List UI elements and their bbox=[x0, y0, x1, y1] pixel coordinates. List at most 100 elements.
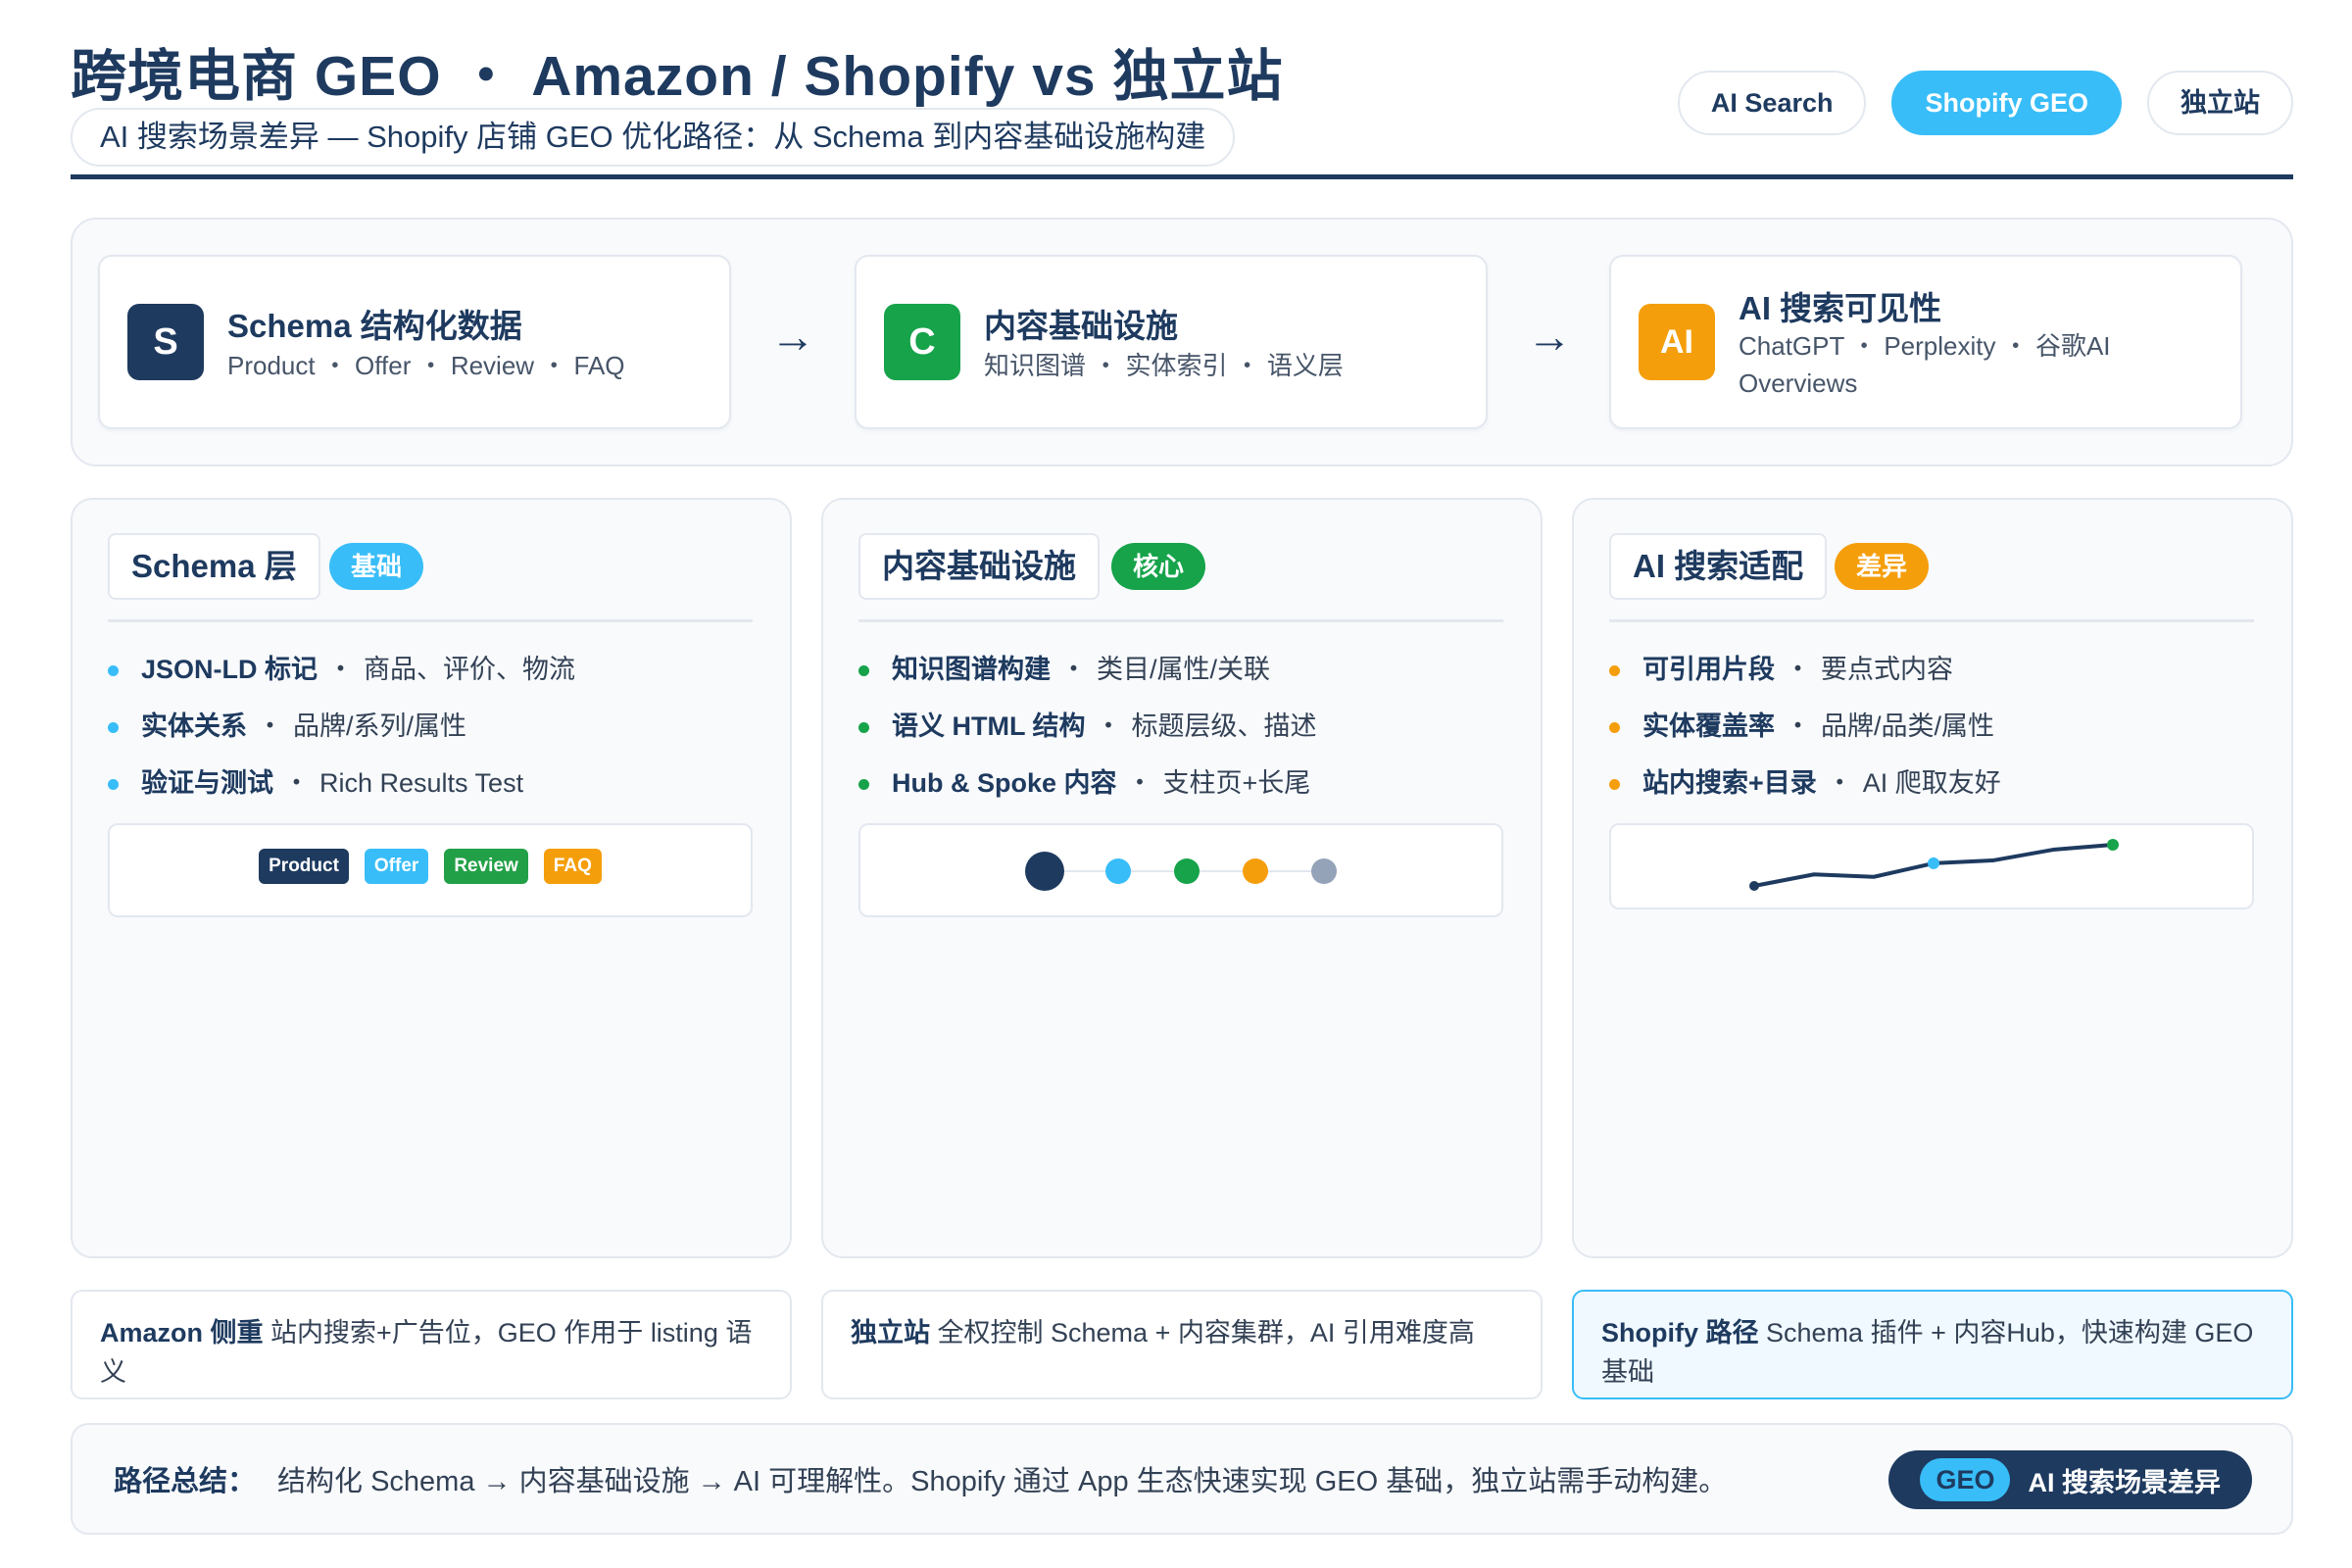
list-item: 知识图谱构建・类目/属性/关联 bbox=[858, 641, 1317, 698]
column-list: JSON-LD 标记・商品、评价、物流 实体关系・品牌/系列/属性 验证与测试・… bbox=[108, 641, 575, 811]
list-item: 语义 HTML 结构・标题层级、描述 bbox=[858, 698, 1317, 755]
page-title: 跨境电商 GEO ・ Amazon / Shopify vs 独立站 bbox=[71, 45, 1284, 108]
node-dot bbox=[1105, 858, 1131, 884]
bullet-icon bbox=[108, 779, 119, 790]
list-item: 站内搜索+目录・ AI 爬取友好 bbox=[1609, 755, 2001, 811]
item-desc: 支柱页+长尾 bbox=[1162, 768, 1311, 798]
summary-badge: GEO AI 搜索场景差异 bbox=[1888, 1450, 2252, 1509]
step-badge-ai: AI bbox=[1639, 304, 1715, 380]
column-list: 知识图谱构建・类目/属性/关联 语义 HTML 结构・标题层级、描述 Hub &… bbox=[858, 641, 1317, 811]
list-item: 可引用片段・要点式内容 bbox=[1609, 641, 2001, 698]
node-dot bbox=[1311, 858, 1337, 884]
sparkline-point bbox=[1749, 881, 1759, 891]
item-desc: 品牌/品类/属性 bbox=[1821, 711, 1995, 741]
column-divider bbox=[858, 619, 1503, 622]
item-desc: 标题层级、描述 bbox=[1131, 711, 1317, 741]
node-dot bbox=[1243, 858, 1268, 884]
note-text: 全权控制 Schema + 内容集群，AI 引用难度高 bbox=[937, 1318, 1475, 1348]
column-badge: 差异 bbox=[1835, 543, 1930, 590]
flow-step-ai: AI AI 搜索可见性 ChatGPT ・ Perplexity ・ 谷歌AI … bbox=[1609, 255, 2242, 429]
tag-ai-search[interactable]: AI Search bbox=[1677, 71, 1867, 135]
column-content-infra: 内容基础设施 核心 知识图谱构建・类目/属性/关联 语义 HTML 结构・标题层… bbox=[821, 498, 1543, 1258]
bullet-icon bbox=[858, 665, 869, 676]
tag-independent-site[interactable]: 独立站 bbox=[2147, 71, 2293, 135]
item-label: 语义 HTML 结构 bbox=[892, 711, 1086, 741]
column-divider bbox=[1609, 619, 2254, 622]
column-badge: 核心 bbox=[1111, 543, 1206, 590]
step-badge-schema: S bbox=[127, 304, 204, 380]
summary-bar: 路径总结： 结构化 Schema → 内容基础设施 → AI 可理解性。Shopi… bbox=[71, 1423, 2293, 1535]
column-ai-search: AI 搜索适配 差异 可引用片段・要点式内容 实体覆盖率・品牌/品类/属性 站内… bbox=[1572, 498, 2293, 1258]
note-label: 独立站 bbox=[851, 1318, 930, 1348]
column-divider bbox=[108, 619, 753, 622]
summary-label: 路径总结： bbox=[114, 1466, 257, 1497]
item-label: 可引用片段 bbox=[1642, 655, 1775, 684]
step-desc: Product ・ Offer ・ Review ・ FAQ bbox=[227, 351, 625, 380]
item-label: 实体覆盖率 bbox=[1642, 711, 1775, 741]
geo-chip: GEO bbox=[1920, 1458, 2011, 1501]
bullet-icon bbox=[1609, 722, 1620, 733]
column-heading: AI 搜索适配 bbox=[1609, 533, 1828, 600]
node-dot bbox=[1174, 858, 1200, 884]
note-label: Amazon 侧重 bbox=[100, 1318, 264, 1348]
list-item: 实体覆盖率・品牌/品类/属性 bbox=[1609, 698, 2001, 755]
list-item: 实体关系・品牌/系列/属性 bbox=[108, 698, 575, 755]
pill-offer: Offer bbox=[364, 849, 429, 884]
flow-panel: S Schema 结构化数据 Product ・ Offer ・ Review … bbox=[71, 218, 2293, 466]
bullet-icon bbox=[108, 722, 119, 733]
bullet-icon bbox=[1609, 779, 1620, 790]
step-badge-content: C bbox=[884, 304, 960, 380]
item-label: 验证与测试 bbox=[141, 768, 273, 798]
item-label: 站内搜索+目录 bbox=[1642, 768, 1817, 798]
item-label: Hub & Spoke 内容 bbox=[892, 768, 1117, 798]
summary-body: 结构化 Schema → 内容基础设施 → AI 可理解性。Shopify 通过… bbox=[277, 1466, 1728, 1497]
node-graph bbox=[858, 823, 1503, 917]
note-amazon: Amazon 侧重 站内搜索+广告位，GEO 作用于 listing 语义 bbox=[71, 1290, 792, 1399]
item-desc: 商品、评价、物流 bbox=[364, 655, 576, 684]
note-shopify: Shopify 路径 Schema 插件 + 内容Hub，快速构建 GEO 基础 bbox=[1572, 1290, 2293, 1399]
bullet-icon bbox=[858, 722, 869, 733]
sparkline-point bbox=[2107, 839, 2119, 851]
arrow-right-icon: → bbox=[770, 311, 815, 362]
tag-shopify-geo[interactable]: Shopify GEO bbox=[1891, 71, 2122, 135]
list-item: Hub & Spoke 内容・支柱页+长尾 bbox=[858, 755, 1317, 811]
bullet-icon bbox=[108, 665, 119, 676]
item-desc: 类目/属性/关联 bbox=[1097, 655, 1271, 684]
note-independent: 独立站 全权控制 Schema + 内容集群，AI 引用难度高 bbox=[821, 1290, 1543, 1399]
item-desc: 要点式内容 bbox=[1821, 655, 1953, 684]
list-item: 验证与测试・ Rich Results Test bbox=[108, 755, 575, 811]
step-title: 内容基础设施 bbox=[984, 308, 1178, 344]
page-subtitle: AI 搜索场景差异 — Shopify 店铺 GEO 优化路径：从 Schema… bbox=[71, 108, 1236, 167]
column-heading: Schema 层 bbox=[108, 533, 320, 600]
column-list: 可引用片段・要点式内容 实体覆盖率・品牌/品类/属性 站内搜索+目录・ AI 爬取… bbox=[1609, 641, 2001, 811]
list-item: JSON-LD 标记・商品、评价、物流 bbox=[108, 641, 575, 698]
step-desc: ChatGPT ・ Perplexity ・ 谷歌AI Overviews bbox=[1739, 331, 2111, 398]
item-desc: 品牌/系列/属性 bbox=[293, 711, 467, 741]
schema-type-pills: Product Offer Review FAQ bbox=[108, 823, 753, 917]
bullet-icon bbox=[1609, 665, 1620, 676]
step-desc: 知识图谱 ・ 实体索引 ・ 语义层 bbox=[984, 351, 1344, 380]
bullet-icon bbox=[858, 779, 869, 790]
step-title: AI 搜索可见性 bbox=[1739, 290, 1942, 326]
header-divider bbox=[71, 174, 2293, 179]
trend-sparkline bbox=[1609, 823, 2254, 909]
summary-text: 路径总结： 结构化 Schema → 内容基础设施 → AI 可理解性。Shopi… bbox=[114, 1458, 1727, 1499]
pill-product: Product bbox=[259, 849, 349, 884]
step-title: Schema 结构化数据 bbox=[227, 308, 522, 344]
tag-group: AI Search Shopify GEO 独立站 bbox=[1677, 71, 2293, 135]
item-label: JSON-LD 标记 bbox=[141, 655, 318, 684]
column-badge: 基础 bbox=[329, 543, 424, 590]
item-label: 知识图谱构建 bbox=[892, 655, 1051, 684]
item-desc: Rich Results Test bbox=[319, 768, 524, 798]
flow-step-content: C 内容基础设施 知识图谱 ・ 实体索引 ・ 语义层 bbox=[855, 255, 1488, 429]
column-schema: Schema 层 基础 JSON-LD 标记・商品、评价、物流 实体关系・品牌/… bbox=[71, 498, 792, 1258]
arrow-right-icon: → bbox=[1527, 311, 1572, 362]
column-heading: 内容基础设施 bbox=[858, 533, 1100, 600]
sparkline-svg bbox=[1749, 839, 2119, 891]
sparkline-point bbox=[1928, 857, 1939, 869]
item-desc: AI 爬取友好 bbox=[1862, 768, 2001, 798]
note-label: Shopify 路径 bbox=[1601, 1318, 1759, 1348]
item-label: 实体关系 bbox=[141, 711, 247, 741]
node-dot bbox=[1025, 852, 1064, 891]
pill-faq: FAQ bbox=[543, 849, 602, 884]
